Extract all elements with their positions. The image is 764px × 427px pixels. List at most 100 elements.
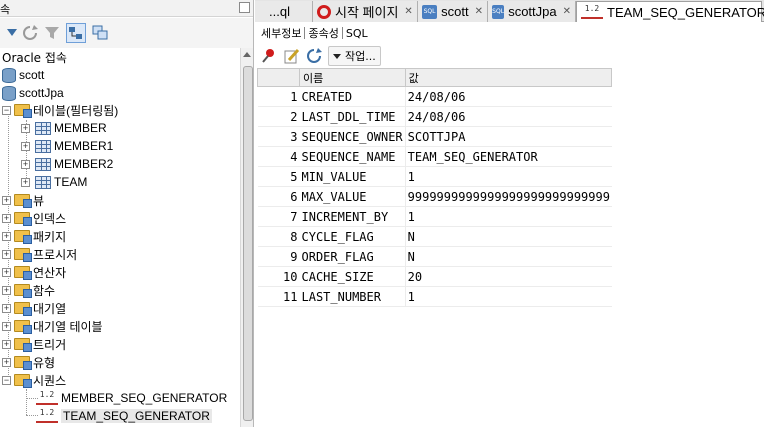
expand-toggle-icon[interactable]: + (2, 231, 11, 241)
property-value[interactable]: 1 (405, 286, 612, 307)
expand-toggle-icon[interactable]: + (21, 141, 30, 151)
tree-item-member-seq-generator[interactable]: 1.2 MEMBER_SEQ_GENERATOR (36, 389, 253, 407)
property-value[interactable]: 20 (405, 266, 612, 287)
property-name[interactable]: CACHE_SIZE (299, 266, 406, 287)
tab-sql-file[interactable]: ...ql (255, 1, 313, 22)
property-name[interactable]: CREATED (299, 86, 406, 107)
subtab-dependencies[interactable]: 종속성 (306, 25, 340, 41)
navigator-scrollbar[interactable] (240, 48, 253, 427)
table-row[interactable]: 8 CYCLE_FLAG N (257, 226, 612, 247)
property-value[interactable]: N (405, 226, 612, 247)
tree-item-operators[interactable]: + 연산자 (2, 263, 242, 281)
tree-item-indexes[interactable]: + 인덱스 (2, 209, 242, 227)
tab-scottjpa[interactable]: SQL scottJpa ✕ (488, 1, 576, 22)
tree-item-queue-tables[interactable]: + 대기열 테이블 (2, 317, 242, 335)
property-value[interactable]: SCOTTJPA (405, 126, 612, 147)
pin-icon[interactable] (259, 46, 279, 66)
minimize-icon[interactable] (239, 2, 250, 13)
property-value[interactable]: 1 (405, 206, 612, 227)
property-value[interactable]: 24/08/06 (405, 106, 612, 127)
tree-item-types[interactable]: + 유형 (2, 353, 242, 371)
property-name[interactable]: MAX_VALUE (299, 186, 406, 207)
expand-toggle-icon[interactable]: + (2, 285, 11, 295)
table-row[interactable]: 3 SEQUENCE_OWNER SCOTTJPA (257, 126, 612, 147)
actions-button[interactable]: 작업... (328, 46, 381, 66)
filter-icon[interactable] (42, 23, 62, 43)
tree-item-member2[interactable]: + MEMBER2 (21, 155, 253, 173)
property-name[interactable]: INCREMENT_BY (299, 206, 406, 227)
property-name[interactable]: CYCLE_FLAG (299, 226, 406, 247)
expand-toggle-icon[interactable]: + (21, 159, 30, 169)
property-name[interactable]: SEQUENCE_NAME (299, 146, 406, 167)
property-name[interactable]: MIN_VALUE (299, 166, 406, 187)
tree-item-scottjpa[interactable]: scottJpa (2, 84, 242, 102)
tree-item-label: scottJpa (19, 86, 64, 100)
table-row[interactable]: 4 SEQUENCE_NAME TEAM_SEQ_GENERATOR (257, 146, 612, 167)
property-name[interactable]: ORDER_FLAG (299, 246, 406, 267)
expand-toggle-icon[interactable]: + (2, 249, 11, 259)
close-icon[interactable]: ✕ (563, 6, 571, 17)
property-value[interactable]: 24/08/06 (405, 86, 612, 107)
collapse-toggle-icon[interactable]: − (2, 105, 11, 115)
column-header-value[interactable]: 값 (404, 68, 613, 87)
table-row[interactable]: 2 LAST_DDL_TIME 24/08/06 (257, 106, 612, 127)
table-row[interactable]: 9 ORDER_FLAG N (257, 246, 612, 267)
table-row[interactable]: 6 MAX_VALUE 9999999999999999999999999999 (257, 186, 612, 207)
refresh-icon[interactable] (20, 23, 40, 43)
tab-scott[interactable]: SQL scott ✕ (418, 1, 488, 22)
edit-icon[interactable] (282, 46, 302, 66)
tree-item-tables[interactable]: − 테이블(필터링됨) (2, 101, 242, 119)
property-value[interactable]: 1 (405, 166, 612, 187)
table-row[interactable]: 1 CREATED 24/08/06 (257, 86, 612, 107)
expand-toggle-icon[interactable]: + (21, 123, 30, 133)
table-row[interactable]: 11 LAST_NUMBER 1 (257, 286, 612, 307)
expand-toggle-icon[interactable]: + (2, 267, 11, 277)
tree-item-member[interactable]: + MEMBER (21, 119, 253, 137)
property-value[interactable]: TEAM_SEQ_GENERATOR (405, 146, 612, 167)
schema-browser-icon[interactable] (66, 23, 86, 43)
expand-toggle-icon[interactable]: + (2, 357, 11, 367)
tab-team-seq-generator[interactable]: 1.2 TEAM_SEQ_GENERATOR (576, 1, 764, 22)
expand-toggle-icon[interactable]: + (2, 303, 11, 313)
subtab-details[interactable]: 세부정보 (259, 25, 303, 41)
expand-toggle-icon[interactable]: + (2, 195, 11, 205)
tree-item-packages[interactable]: + 패키지 (2, 227, 242, 245)
tree-item-views[interactable]: + 뷰 (2, 191, 242, 209)
tree-item-scott[interactable]: scott (2, 66, 242, 84)
table-row[interactable]: 10 CACHE_SIZE 20 (257, 266, 612, 287)
tree-item-team-seq-generator[interactable]: 1.2 TEAM_SEQ_GENERATOR (36, 407, 253, 425)
tree-item-queues[interactable]: + 대기열 (2, 299, 242, 317)
property-name[interactable]: LAST_NUMBER (299, 286, 406, 307)
close-icon[interactable]: ✕ (404, 6, 412, 17)
collapse-all-icon[interactable] (90, 23, 110, 43)
expand-toggle-icon[interactable]: + (2, 339, 11, 349)
tab-start-page[interactable]: 시작 페이지 ✕ (313, 1, 418, 22)
dropdown-arrow-icon[interactable] (2, 23, 22, 43)
tree-item-member1[interactable]: + MEMBER1 (21, 137, 253, 155)
tree-item-procedures[interactable]: + 프로시저 (2, 245, 242, 263)
tree-item-functions[interactable]: + 함수 (2, 281, 242, 299)
close-icon[interactable]: ✕ (475, 6, 483, 17)
folder-icon (14, 302, 32, 316)
collapse-toggle-icon[interactable]: − (2, 375, 11, 385)
table-row[interactable]: 7 INCREMENT_BY 1 (257, 206, 612, 227)
column-header-name[interactable]: 이름 (299, 68, 406, 87)
tree-item-triggers[interactable]: + 트리거 (2, 335, 242, 353)
property-name[interactable]: LAST_DDL_TIME (299, 106, 406, 127)
details-grid: 이름 값 1 CREATED 24/08/06 2 LAST_DDL_TIME 24/0… (257, 68, 613, 307)
folder-icon (14, 104, 32, 118)
expand-toggle-icon[interactable]: + (21, 177, 30, 187)
tree-item-sequences[interactable]: − 시퀀스 (2, 371, 242, 389)
expand-toggle-icon[interactable]: + (2, 213, 11, 223)
database-icon (2, 67, 16, 83)
scroll-up-icon[interactable] (243, 52, 251, 57)
refresh-icon[interactable] (305, 46, 325, 66)
table-row[interactable]: 5 MIN_VALUE 1 (257, 166, 612, 187)
scrollbar-thumb[interactable] (243, 66, 253, 421)
property-name[interactable]: SEQUENCE_OWNER (299, 126, 406, 147)
tree-item-team[interactable]: + TEAM (21, 173, 253, 191)
property-value[interactable]: N (405, 246, 612, 267)
expand-toggle-icon[interactable]: + (2, 321, 11, 331)
subtab-sql[interactable]: SQL (344, 27, 370, 40)
property-value[interactable]: 9999999999999999999999999999 (405, 186, 612, 207)
